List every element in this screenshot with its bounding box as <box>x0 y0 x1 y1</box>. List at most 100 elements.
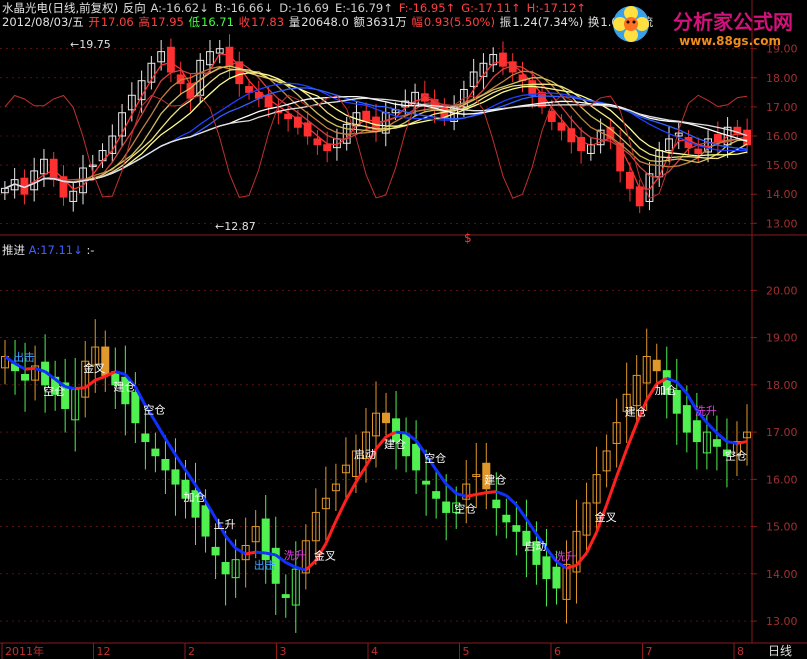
candle-body <box>412 443 421 471</box>
high-label: 高 <box>138 15 150 29</box>
trend-line-segment <box>255 550 266 555</box>
y-tick-label: 14.00 <box>766 188 798 201</box>
trend-line-segment <box>395 430 407 435</box>
signal-label: 建仓 <box>625 405 647 419</box>
signal-label: 建仓 <box>484 473 506 487</box>
trend-line-segment <box>75 386 86 391</box>
stock-chart[interactable]: 13.00 14.00 15.00 16.00 17.00 18.00 19.00 ←19.7… <box>0 0 807 659</box>
trend-line-segment <box>344 481 358 501</box>
signal-label: 上升 <box>214 518 236 531</box>
candle-body <box>694 148 703 154</box>
close-label: 收 <box>238 15 251 29</box>
arrow-down-icon: ↓ <box>73 243 83 257</box>
signal-label: 空仓 <box>725 448 747 462</box>
candle-body <box>652 359 661 372</box>
trend-line-segment <box>445 482 458 495</box>
trend-line-segment <box>566 563 577 570</box>
candle-body <box>557 122 566 131</box>
stock-name: 水晶光电(日线,前复权) <box>2 1 119 15</box>
candle-body <box>171 469 180 485</box>
quote-line: 2012/08/03/五 开17.06 高17.95 低16.71 收17.83… <box>2 15 654 29</box>
indicator-name: 推进 <box>2 243 25 257</box>
trend-line-segment <box>154 420 167 440</box>
field-h: H:-17.12↑ <box>526 1 586 15</box>
candle-body <box>313 138 322 146</box>
y-tick-label: 14.00 <box>766 568 798 581</box>
candle-body <box>626 171 634 189</box>
signal-label: 加仓 <box>655 383 677 397</box>
signal-label: 空仓 <box>424 451 446 465</box>
trend-line-segment <box>505 494 518 506</box>
candle-body <box>542 556 551 580</box>
x-tick-label: 2 <box>188 645 195 658</box>
field-d: D:-16.69 <box>279 1 329 15</box>
trend-line-segment <box>726 440 738 445</box>
candle-body <box>151 448 160 457</box>
amplitude-value: 1.24(7.34%) <box>512 15 584 29</box>
signal-label: 建仓 <box>113 379 135 393</box>
trend-line-segment <box>324 520 338 545</box>
indicator-suffix: :- <box>86 243 95 257</box>
trend-line-segment <box>575 552 588 567</box>
candle-body <box>635 186 644 207</box>
candle-body <box>281 594 290 598</box>
signal-label: 出击 <box>13 350 35 364</box>
y-tick-label: 16.00 <box>766 130 798 143</box>
y-tick-label: 13.00 <box>766 615 798 628</box>
signal-label: 洗升 <box>695 405 717 418</box>
candle-body <box>225 46 234 67</box>
trend-line-segment <box>164 437 177 456</box>
low-value: 16.71 <box>201 15 234 29</box>
y-tick-label: 17.00 <box>766 426 798 439</box>
x-tick-label: 4 <box>371 645 378 658</box>
open-value: 17.06 <box>100 15 134 29</box>
min-price-label: ←12.87 <box>215 220 256 233</box>
period-label: 日线 <box>768 644 792 658</box>
candle-body <box>712 439 721 447</box>
x-tick-label: 5 <box>463 645 470 658</box>
y-tick-label: 20.00 <box>766 284 798 297</box>
trend-line-segment <box>515 503 528 520</box>
candle-body <box>221 562 230 575</box>
candle-body <box>577 136 586 152</box>
y-tick-label: 19.00 <box>766 332 798 345</box>
candle-body <box>713 134 722 143</box>
trend-line-segment <box>354 465 368 483</box>
trend-line-segment <box>465 492 477 498</box>
trend-line-segment <box>736 440 748 445</box>
candle-body <box>512 525 521 532</box>
open-label: 开 <box>88 15 100 29</box>
trend-line-segment <box>705 421 718 435</box>
trend-line-segment <box>265 551 277 557</box>
signal-label: 建仓 <box>384 437 406 451</box>
y-tick-label: 16.00 <box>766 473 798 486</box>
x-tick-label: 7 <box>646 645 653 658</box>
trend-line-segment <box>234 547 247 556</box>
trend-line-segment <box>295 565 307 572</box>
amount-label: 额 <box>353 15 365 29</box>
trend-line-segment <box>94 374 106 382</box>
y-tick-label: 18.00 <box>766 72 798 85</box>
candle-body <box>442 501 451 513</box>
candle-body <box>552 566 561 589</box>
trend-line-segment <box>475 491 487 496</box>
field-a: A:-16.62↓ <box>150 1 209 15</box>
chart-mode: 反向 <box>122 1 146 15</box>
field-f: F:-16.95↑ <box>398 1 456 15</box>
amount-value: 3631万 <box>365 15 407 29</box>
signal-label: 空仓 <box>43 384 65 398</box>
candle-body <box>141 433 150 443</box>
trend-line-segment <box>334 499 348 522</box>
signal-label: 启动 <box>354 448 376 461</box>
candle-body <box>502 514 511 523</box>
candle-body <box>211 546 220 556</box>
y-tick-label: 15.00 <box>766 159 798 172</box>
candle-body <box>161 459 170 471</box>
candle-body <box>131 391 140 424</box>
candle-body <box>382 412 391 424</box>
indicator-fields: A:-16.62↓ B:-16.66↓ D:-16.69 E:-16.79↑ F:-16… <box>150 1 591 15</box>
indicator-a-value: 17.11 <box>40 243 74 257</box>
trend-line-segment <box>434 469 448 485</box>
indicator-header: 推进 A:17.11↓ :- <box>2 243 94 257</box>
x-tick-label: 8 <box>737 645 744 658</box>
